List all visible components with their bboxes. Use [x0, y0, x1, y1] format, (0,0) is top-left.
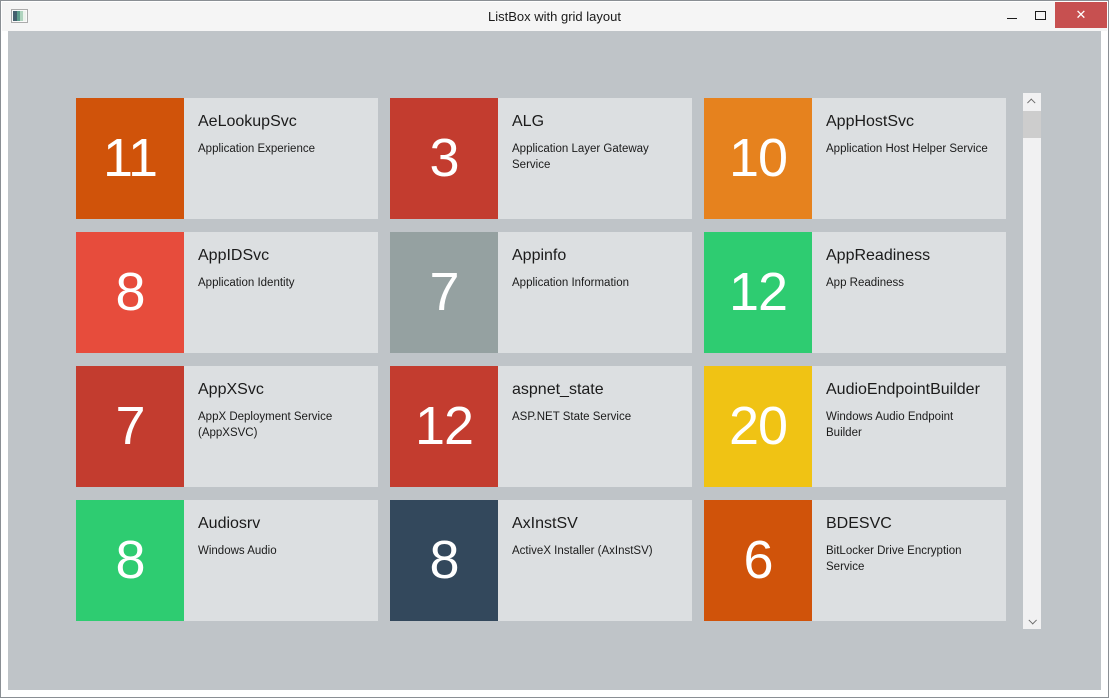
window-title: ListBox with grid layout [2, 2, 1107, 31]
app-window: ListBox with grid layout ✕ 11 AeLookupSv… [0, 0, 1109, 698]
minimize-button[interactable] [997, 2, 1026, 28]
tile-count: 7 [115, 399, 144, 453]
tile-description: Application Experience [198, 141, 364, 157]
minimize-icon [1007, 18, 1017, 19]
chevron-up-icon [1027, 98, 1035, 106]
tile-name: AxInstSV [512, 514, 678, 534]
close-icon: ✕ [1076, 8, 1087, 21]
tile-count: 8 [115, 265, 144, 319]
tile-count-square: 11 [76, 98, 184, 219]
service-tile[interactable]: 7 AppXSvc AppX Deployment Service (AppXS… [76, 366, 378, 487]
tile-count: 11 [103, 131, 157, 185]
tile-count-square: 8 [76, 232, 184, 353]
tile-description: Windows Audio [198, 543, 364, 559]
tile-count-square: 8 [390, 500, 498, 621]
tile-description: ASP.NET State Service [512, 409, 678, 425]
tile-count-square: 7 [390, 232, 498, 353]
tile-name: BDESVC [826, 514, 992, 534]
service-tile[interactable]: 3 ALG Application Layer Gateway Service [390, 98, 692, 219]
tile-count-square: 7 [76, 366, 184, 487]
maximize-icon [1035, 11, 1046, 20]
tile-count-square: 12 [704, 232, 812, 353]
tile-count-square: 3 [390, 98, 498, 219]
tile-count: 8 [429, 533, 458, 587]
scroll-down-button[interactable] [1023, 612, 1041, 629]
service-tile[interactable]: 12 AppReadiness App Readiness [704, 232, 1006, 353]
tile-count-square: 12 [390, 366, 498, 487]
tile-name: Appinfo [512, 246, 678, 266]
vertical-scrollbar[interactable] [1023, 93, 1041, 629]
tile-description: Application Information [512, 275, 678, 291]
tile-count-square: 20 [704, 366, 812, 487]
tile-description: BitLocker Drive Encryption Service [826, 543, 992, 575]
service-tile[interactable]: 11 AeLookupSvc Application Experience [76, 98, 378, 219]
titlebar[interactable]: ListBox with grid layout ✕ [2, 2, 1107, 31]
service-tile[interactable]: 8 Audiosrv Windows Audio [76, 500, 378, 621]
tile-name: AppXSvc [198, 380, 364, 400]
tile-description: AppX Deployment Service (AppXSVC) [198, 409, 364, 441]
tile-count: 10 [729, 131, 787, 185]
tile-name: aspnet_state [512, 380, 678, 400]
service-tile[interactable]: 8 AxInstSV ActiveX Installer (AxInstSV) [390, 500, 692, 621]
scrollbar-thumb[interactable] [1023, 111, 1041, 138]
window-controls: ✕ [997, 2, 1107, 28]
tile-count: 8 [115, 533, 144, 587]
tile-description: Application Host Helper Service [826, 141, 992, 157]
tile-count: 6 [743, 533, 772, 587]
service-tile[interactable]: 12 aspnet_state ASP.NET State Service [390, 366, 692, 487]
tile-name: AeLookupSvc [198, 112, 364, 132]
tile-name: AppIDSvc [198, 246, 364, 266]
tile-description: ActiveX Installer (AxInstSV) [512, 543, 678, 559]
service-tile[interactable]: 6 BDESVC BitLocker Drive Encryption Serv… [704, 500, 1006, 621]
tile-name: AppReadiness [826, 246, 992, 266]
service-tile[interactable]: 7 Appinfo Application Information [390, 232, 692, 353]
chevron-down-icon [1028, 616, 1036, 624]
service-grid: 11 AeLookupSvc Application Experience 3 … [76, 98, 1006, 621]
tile-name: AppHostSvc [826, 112, 992, 132]
tile-count: 20 [729, 399, 787, 453]
tile-count-square: 6 [704, 500, 812, 621]
scroll-up-button[interactable] [1023, 93, 1041, 110]
tile-count: 3 [429, 131, 458, 185]
tile-description: Windows Audio Endpoint Builder [826, 409, 992, 441]
tile-name: Audiosrv [198, 514, 364, 534]
tile-count: 7 [429, 265, 458, 319]
tile-description: App Readiness [826, 275, 992, 291]
tile-count-square: 8 [76, 500, 184, 621]
service-tile[interactable]: 8 AppIDSvc Application Identity [76, 232, 378, 353]
tile-count-square: 10 [704, 98, 812, 219]
tile-name: AudioEndpointBuilder [826, 380, 992, 400]
maximize-button[interactable] [1026, 2, 1055, 28]
tile-description: Application Layer Gateway Service [512, 141, 678, 173]
service-tile[interactable]: 20 AudioEndpointBuilder Windows Audio En… [704, 366, 1006, 487]
close-button[interactable]: ✕ [1055, 2, 1107, 28]
service-tile[interactable]: 10 AppHostSvc Application Host Helper Se… [704, 98, 1006, 219]
tile-count: 12 [415, 399, 473, 453]
tile-description: Application Identity [198, 275, 364, 291]
tile-name: ALG [512, 112, 678, 132]
tile-count: 12 [729, 265, 787, 319]
